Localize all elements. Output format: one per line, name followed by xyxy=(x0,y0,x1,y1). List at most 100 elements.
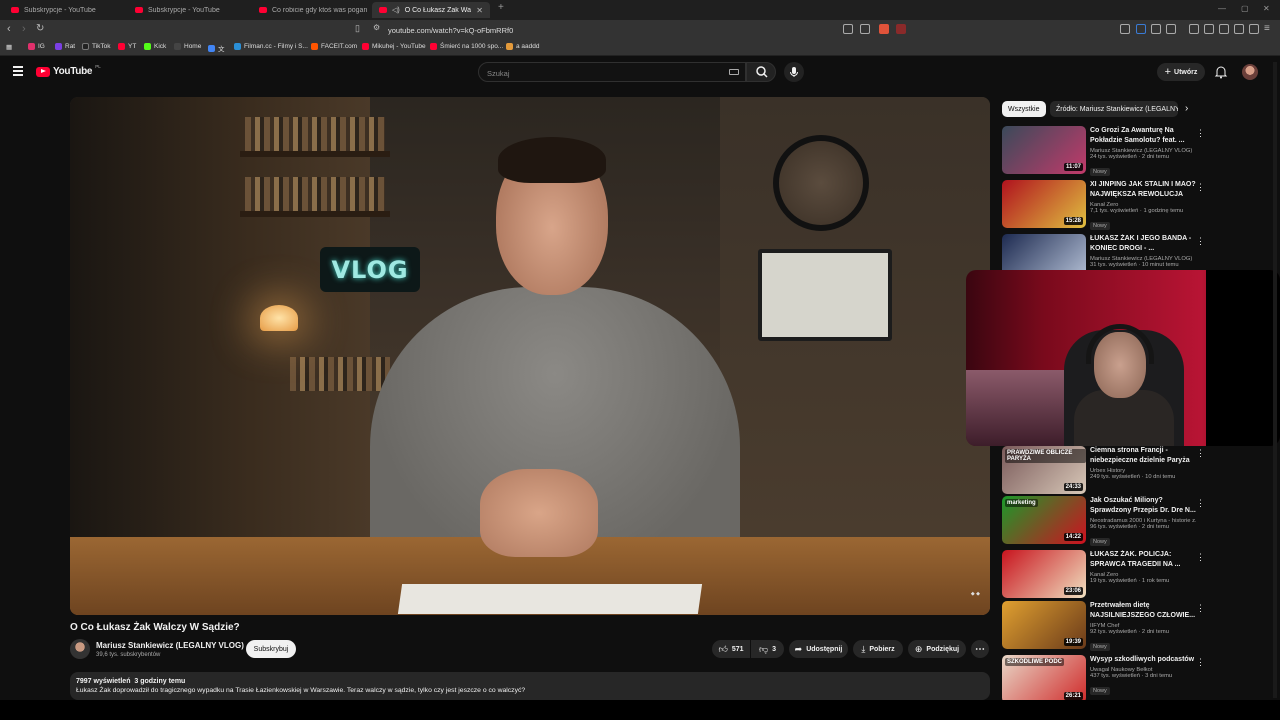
bookmark-item[interactable]: Śmierć na 1000 spo... xyxy=(430,43,503,50)
new-tab-icon[interactable]: + xyxy=(498,2,504,13)
taskbar-strip xyxy=(0,700,1280,720)
menu-icon[interactable]: ≡ xyxy=(1264,23,1270,34)
dislike-button[interactable]: 👎︎ 3 xyxy=(751,640,784,658)
more-options-icon[interactable]: ⋮ xyxy=(1196,552,1205,563)
browser-tab[interactable]: Subskrypcje - YouTube xyxy=(4,2,126,18)
recommendation-thumbnail[interactable]: 15:28 xyxy=(1002,180,1086,228)
browser-tab[interactable]: Co robicie gdy ktoś was pogania dri... xyxy=(252,2,374,18)
bookmark-item[interactable]: FACEIT.com xyxy=(311,43,357,50)
bookmark-item[interactable]: a aaddd xyxy=(506,43,540,50)
apps-grid-icon[interactable]: ▦ xyxy=(6,43,12,51)
bookmark-item[interactable]: Home xyxy=(174,43,201,50)
bookmark-item[interactable]: IG xyxy=(28,43,45,50)
hamburger-menu-icon[interactable] xyxy=(13,66,23,78)
bookmark-item[interactable]: Filman.cc - Filmy i S... xyxy=(234,43,308,50)
url-field[interactable]: youtube.com/watch?v=kQ-oFbmRRf0 xyxy=(388,23,918,37)
close-window-icon[interactable]: ✕ xyxy=(1263,4,1270,13)
tab-search-icon[interactable] xyxy=(1219,24,1229,34)
user-avatar[interactable] xyxy=(1242,64,1258,80)
page-scrollbar[interactable] xyxy=(1273,62,1277,698)
more-options-icon[interactable]: ⋮ xyxy=(1196,448,1205,459)
back-icon[interactable]: ‹ xyxy=(7,23,11,35)
vpn-icon[interactable] xyxy=(1249,24,1259,34)
bookmark-icon[interactable]: ▯ xyxy=(355,23,360,34)
extension-icon[interactable] xyxy=(1151,24,1161,34)
leo-icon[interactable] xyxy=(1234,24,1244,34)
search-box xyxy=(478,62,746,83)
recommendation-thumbnail[interactable]: PRAWDZIWE OBLICZE PARYŻA 24:33 xyxy=(1002,446,1086,494)
recommendation-thumbnail[interactable]: SZKODLIWE PODC 26:21 xyxy=(1002,655,1086,703)
more-options-icon[interactable]: ⋮ xyxy=(1196,498,1205,509)
more-options-icon[interactable]: ⋮ xyxy=(1196,128,1205,139)
chip-all[interactable]: Wszystkie xyxy=(1002,101,1046,117)
browser-tab[interactable]: Subskrypcje - YouTube xyxy=(128,2,250,18)
music-icon[interactable] xyxy=(1189,24,1199,34)
more-options-icon[interactable]: ⋮ xyxy=(1196,236,1205,247)
more-actions-button[interactable]: ⋯ xyxy=(971,640,989,658)
recommendation-item[interactable]: SZKODLIWE PODC 26:21 Wysyp szkodliwych pod… xyxy=(1002,655,1272,705)
bookmark-item[interactable]: Rat xyxy=(55,43,75,50)
bookmark-item[interactable]: YT xyxy=(118,43,136,50)
chevron-right-icon[interactable]: › xyxy=(1185,103,1188,114)
recommendation-item[interactable]: PRAWDZIWE OBLICZE PARYŻA 24:33 Ciemna stro… xyxy=(1002,446,1272,496)
recommendation-item[interactable]: 19:39 Przetrwałem dietę NAJSILNIEJSZEGO C… xyxy=(1002,601,1272,651)
site-info-icon[interactable]: ⚙ xyxy=(373,23,380,32)
recommendation-item[interactable]: 15:28 XI JINPING JAK STALIN I MAO? NAJWIĘ… xyxy=(1002,180,1272,230)
more-options-icon[interactable]: ⋮ xyxy=(1196,182,1205,193)
new-badge: Nowy xyxy=(1090,538,1110,546)
forward-icon[interactable]: › xyxy=(22,23,26,35)
chip-channel-source[interactable]: Źródło: Mariusz Stankiewicz (LEGALNY VLO… xyxy=(1050,101,1178,117)
sidebar-icon[interactable] xyxy=(1204,24,1214,34)
bed xyxy=(966,370,1076,446)
extension-icon[interactable] xyxy=(1136,24,1146,34)
recommendation-item[interactable]: 23:06 ŁUKASZ ŻAK. POLICJA: SPRAWCA TRAGED… xyxy=(1002,550,1272,600)
more-options-icon[interactable]: ⋮ xyxy=(1196,603,1205,614)
reload-icon[interactable]: ↻ xyxy=(36,23,44,34)
recommendation-thumbnail[interactable]: 11:07 xyxy=(1002,126,1086,174)
voice-search-button[interactable] xyxy=(784,62,804,82)
bookmark-item[interactable]: 文 xyxy=(208,43,225,53)
youtube-play-icon xyxy=(36,66,50,77)
bookmark-item[interactable]: Kick xyxy=(144,43,166,50)
restore-icon[interactable]: ▢ xyxy=(1241,4,1249,13)
extension-icon[interactable] xyxy=(1166,24,1176,34)
bookmark-item[interactable]: Mikuhej - YouTube xyxy=(362,43,426,50)
new-badge: Nowy xyxy=(1090,643,1110,651)
channel-name[interactable]: Mariusz Stankiewicz (LEGALNY VLOG) xyxy=(96,641,244,650)
cast-icon[interactable] xyxy=(843,24,853,34)
recommendation-info: Jak Oszukać Miliony? Sprawdzony Przepis … xyxy=(1090,496,1196,548)
recommendation-thumbnail[interactable]: marketing 14:22 xyxy=(1002,496,1086,544)
recommendation-thumbnail[interactable]: 19:39 xyxy=(1002,601,1086,649)
thanks-button[interactable]: ⊕ Podziękuj xyxy=(908,640,966,658)
bookshelf xyxy=(245,177,385,211)
description-box[interactable]: 7997 wyświetleń 3 godziny temu Łukasz Ża… xyxy=(70,672,990,700)
recommendation-item[interactable]: 11:07 Co Grozi Za Awanturę Na Pokładzie S… xyxy=(1002,126,1272,176)
rewards-icon[interactable] xyxy=(896,24,906,34)
brave-shield-icon[interactable] xyxy=(879,24,889,34)
share-page-icon[interactable] xyxy=(860,24,870,34)
minimize-icon[interactable]: — xyxy=(1218,4,1226,13)
channel-avatar[interactable] xyxy=(70,639,90,659)
translate-icon xyxy=(208,44,215,52)
share-button[interactable]: ➦ Udostępnij xyxy=(789,640,848,658)
notifications-button[interactable] xyxy=(1213,64,1229,80)
close-tab-icon[interactable]: ✕ xyxy=(476,6,483,15)
create-button[interactable]: + Utwórz xyxy=(1157,63,1205,81)
subscribe-button[interactable]: Subskrybuj xyxy=(246,640,296,658)
like-button[interactable]: 👍︎ 571 xyxy=(712,640,750,658)
video-player[interactable]: VLOG ◆ ◆ xyxy=(70,97,990,615)
youtube-logo[interactable]: YouTube PL xyxy=(36,64,101,77)
search-input[interactable] xyxy=(479,64,709,83)
recommendation-info: Wysyp szkodliwych podcastów Uwagal Naukow… xyxy=(1090,655,1196,697)
download-button[interactable]: ⤓ Pobierz xyxy=(853,640,903,658)
bookmark-item[interactable]: TikTok xyxy=(82,43,111,50)
thumbs-down-icon: 👎︎ xyxy=(758,643,769,654)
recommendation-thumbnail[interactable]: 23:06 xyxy=(1002,550,1086,598)
search-button[interactable] xyxy=(746,62,776,82)
logo-wordmark: YouTube xyxy=(53,66,93,77)
recommendation-item[interactable]: marketing 14:22 Jak Oszukać Miliony? Spraw… xyxy=(1002,496,1272,546)
extension-icon[interactable] xyxy=(1120,24,1130,34)
browser-tab-active[interactable]: ◁) O Co Łukasz Żak Walczy W S... ✕ xyxy=(372,2,490,18)
keyboard-icon[interactable] xyxy=(729,69,739,75)
more-options-icon[interactable]: ⋮ xyxy=(1196,657,1205,668)
